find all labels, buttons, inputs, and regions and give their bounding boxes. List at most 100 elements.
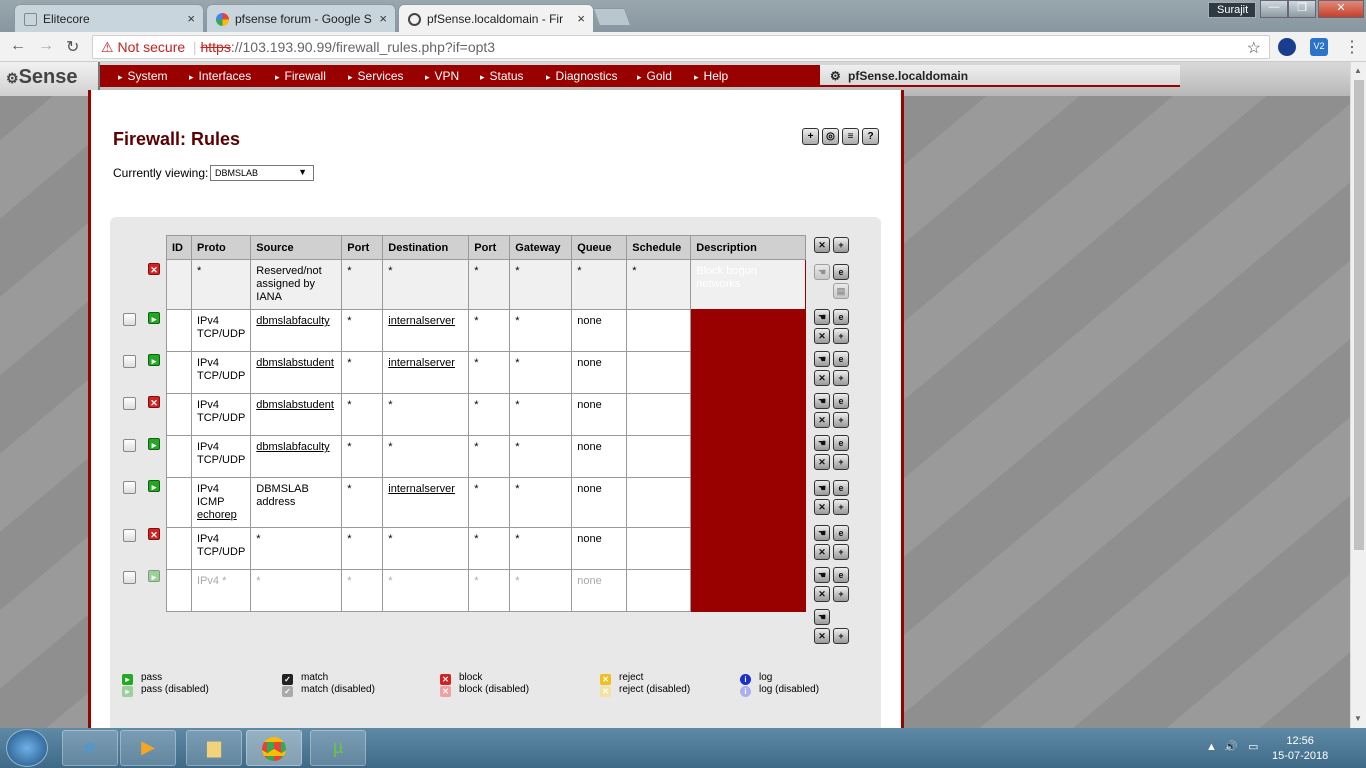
help-icon[interactable]: ? (862, 128, 879, 145)
interface-select[interactable]: DBMSLAB ▼ (210, 165, 314, 181)
extension-icon[interactable] (1278, 38, 1296, 56)
alias-link[interactable]: internalserver (388, 483, 455, 495)
move-icon[interactable]: ☚ (814, 309, 830, 325)
alias-link[interactable]: dbmslabfaculty (256, 441, 329, 453)
menu-help[interactable]: Help (694, 69, 729, 83)
add-icon[interactable]: + (833, 586, 849, 602)
alias-link[interactable]: dbmslabstudent (256, 357, 334, 369)
pass-disabled-icon[interactable]: ▸ (148, 570, 160, 582)
move-icon[interactable]: ☚ (814, 480, 830, 496)
file-explorer-icon[interactable]: ▆ (186, 730, 242, 766)
alias-link[interactable]: internalserver (388, 357, 455, 369)
move-to-end-icon[interactable]: ☚ (814, 609, 830, 625)
edit-icon[interactable]: e (833, 351, 849, 367)
back-arrow-icon[interactable]: ← (10, 37, 26, 55)
pass-icon[interactable]: ▸ (148, 438, 160, 450)
status-icon[interactable]: ◎ (822, 128, 839, 145)
table-row[interactable]: IPv4 ICMP echorep DBMSLAB address * intern… (166, 477, 807, 528)
tab-pfsense-localdomain[interactable]: pfSense.localdomain - Fir × (398, 4, 594, 32)
scroll-down-icon[interactable]: ▼ (1354, 714, 1362, 723)
close-icon[interactable]: × (577, 11, 585, 26)
block-icon[interactable]: ✕ (148, 396, 160, 408)
tab-elitecore[interactable]: Elitecore × (14, 4, 204, 32)
delete-icon[interactable]: ✕ (814, 328, 830, 344)
edit-icon[interactable]: e (833, 525, 849, 541)
rule-checkbox[interactable] (123, 571, 136, 584)
rule-checkbox[interactable] (123, 355, 136, 368)
utorrent-icon[interactable]: µ (310, 730, 366, 766)
scroll-up-icon[interactable]: ▲ (1354, 66, 1362, 75)
delete-icon[interactable]: ✕ (814, 454, 830, 470)
warning-icon[interactable]: ⚠ (101, 39, 114, 55)
minimize-button[interactable]: — (1260, 0, 1288, 18)
alias-link[interactable]: dbmslabfaculty (256, 315, 329, 327)
edit-icon[interactable]: e (833, 393, 849, 409)
start-button[interactable] (6, 729, 48, 767)
rule-checkbox[interactable] (123, 439, 136, 452)
media-player-icon[interactable]: ▶ (120, 730, 176, 766)
hostname[interactable]: pfSense.localdomain (848, 69, 968, 83)
reload-icon[interactable]: ↻ (66, 37, 79, 57)
delete-icon[interactable]: ✕ (814, 370, 830, 386)
menu-system[interactable]: System (118, 69, 168, 83)
add-rule-icon[interactable]: + (833, 237, 849, 253)
edit-icon[interactable]: e (833, 567, 849, 583)
star-icon[interactable]: ☆ (1247, 38, 1261, 58)
close-window-button[interactable]: ✕ (1318, 0, 1364, 18)
add-icon[interactable]: + (833, 412, 849, 428)
add-icon[interactable]: + (833, 454, 849, 470)
move-icon[interactable]: ☚ (814, 264, 830, 280)
move-icon[interactable]: ☚ (814, 351, 830, 367)
delete-icon[interactable]: ✕ (814, 412, 830, 428)
edit-icon[interactable]: e (833, 264, 849, 280)
block-icon[interactable]: ✕ (148, 263, 160, 275)
clock[interactable]: 12:56 15-07-2018 (1272, 734, 1328, 764)
delete-icon[interactable]: ✕ (814, 499, 830, 515)
close-icon[interactable]: × (379, 11, 387, 26)
edit-icon[interactable]: e (833, 480, 849, 496)
scrollbar-thumb[interactable] (1354, 80, 1364, 550)
table-row[interactable]: IPv4 TCP/UDP * * * * * none (166, 527, 807, 570)
internet-explorer-icon[interactable]: e (62, 730, 118, 766)
rule-checkbox[interactable] (123, 529, 136, 542)
rule-checkbox[interactable] (123, 481, 136, 494)
add-icon[interactable]: + (833, 499, 849, 515)
delete-selected-icon[interactable]: ✕ (814, 237, 830, 253)
forward-arrow-icon[interactable]: → (38, 37, 54, 55)
menu-gold[interactable]: Gold (637, 69, 672, 83)
delete-selected-icon[interactable]: ✕ (814, 628, 830, 644)
alias-link[interactable]: internalserver (388, 315, 455, 327)
volume-icon[interactable]: 🔊 (1224, 740, 1238, 753)
chrome-menu-icon[interactable]: ⋮ (1344, 37, 1360, 57)
close-icon[interactable]: × (187, 11, 195, 26)
menu-services[interactable]: Services (348, 69, 404, 83)
pass-icon[interactable]: ▸ (148, 480, 160, 492)
move-icon[interactable]: ☚ (814, 525, 830, 541)
vertical-scrollbar[interactable]: ▲ ▼ (1350, 62, 1366, 728)
v2-extension-icon[interactable]: V2 (1310, 38, 1328, 56)
menu-vpn[interactable]: VPN (425, 69, 460, 83)
maximize-button[interactable]: ❐ (1288, 0, 1316, 18)
delete-icon[interactable]: ✕ (814, 586, 830, 602)
new-tab-button[interactable] (592, 8, 632, 26)
rule-checkbox[interactable] (123, 313, 136, 326)
log-icon[interactable]: ≡ (842, 128, 859, 145)
url-bar[interactable]: ⚠ Not secure | https://103.193.90.99/fir… (92, 35, 1270, 59)
chrome-icon[interactable] (246, 730, 302, 766)
delete-icon[interactable]: ✕ (814, 544, 830, 560)
move-icon[interactable]: ☚ (814, 567, 830, 583)
tray-expand-icon[interactable]: ▲ (1206, 741, 1217, 753)
view-icon[interactable]: ▤ (833, 283, 849, 299)
edit-icon[interactable]: e (833, 309, 849, 325)
tab-pfsense-forum[interactable]: pfsense forum - Google S × (206, 4, 396, 32)
move-icon[interactable]: ☚ (814, 393, 830, 409)
menu-firewall[interactable]: Firewall (275, 69, 326, 83)
alias-link[interactable]: dbmslabstudent (256, 399, 334, 411)
pass-icon[interactable]: ▸ (148, 312, 160, 324)
rule-checkbox[interactable] (123, 397, 136, 410)
table-row[interactable]: IPv4 TCP/UDP dbmslabstudent * * * * none (166, 393, 807, 436)
add-icon[interactable]: + (802, 128, 819, 145)
edit-icon[interactable]: e (833, 435, 849, 451)
table-row[interactable]: IPv4 * * * * * * none (166, 569, 807, 612)
add-icon[interactable]: + (833, 328, 849, 344)
